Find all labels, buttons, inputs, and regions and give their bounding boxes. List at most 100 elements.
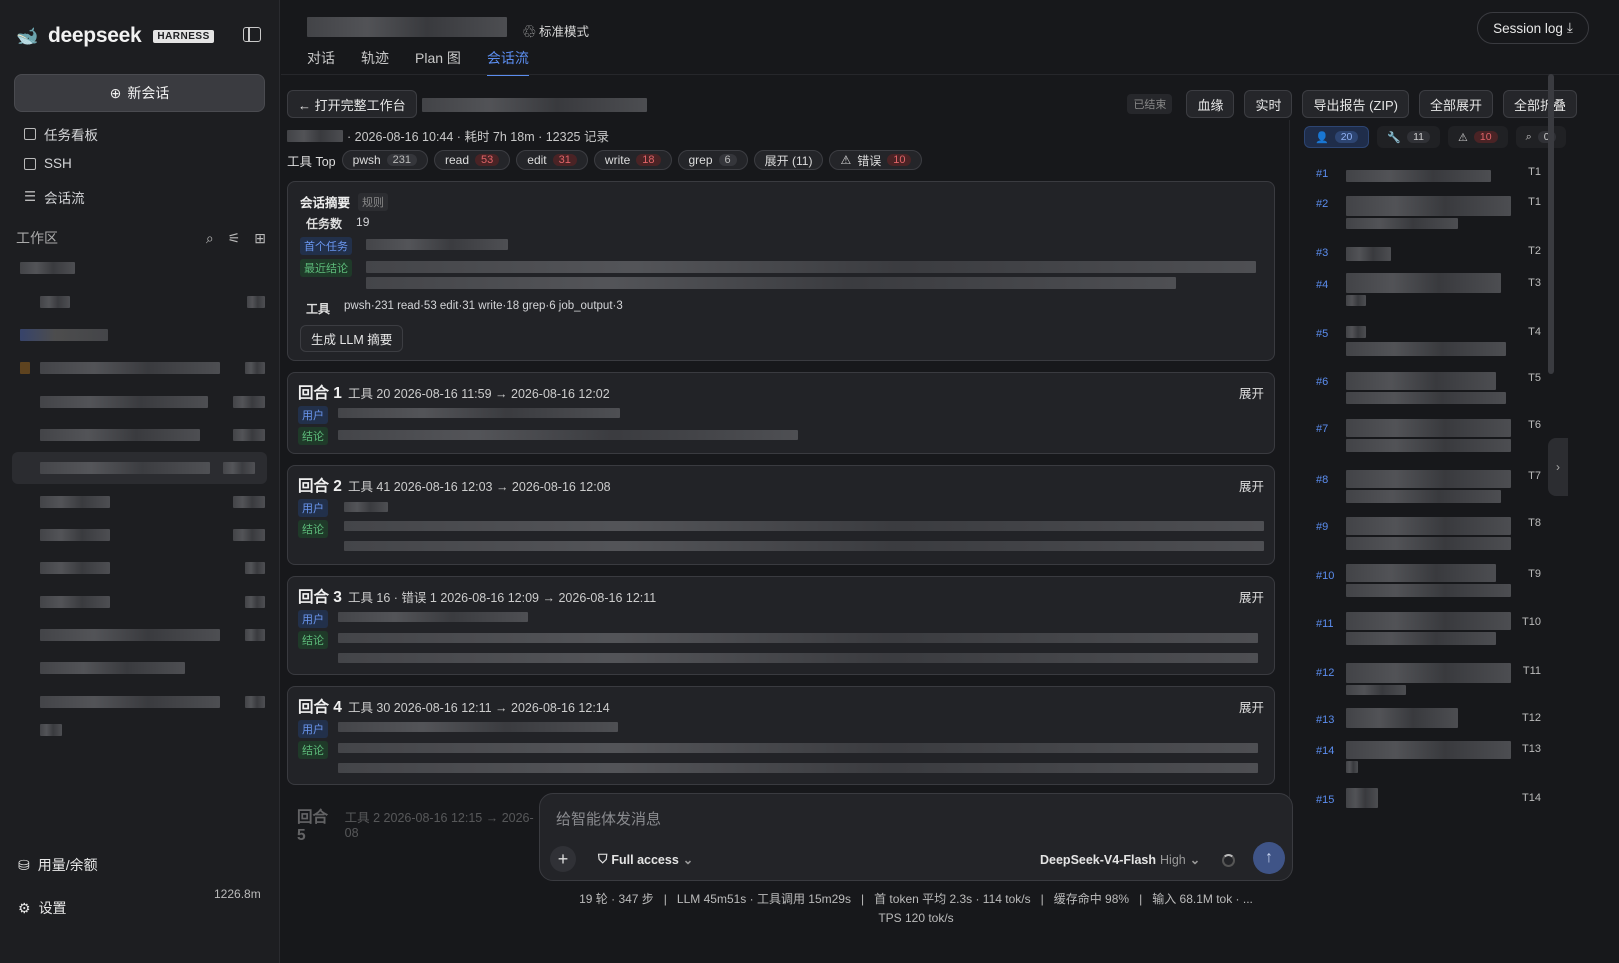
collapse-all-button[interactable]: 全部折叠 <box>1502 90 1577 118</box>
conclusion-text <box>338 633 1258 643</box>
filter-icon[interactable]: ⚟ <box>228 230 241 247</box>
workspace-item[interactable] <box>20 596 265 608</box>
index-row[interactable]: #2 T1 <box>1306 196 1541 236</box>
index-row[interactable]: #10 T9 <box>1306 564 1541 600</box>
round-expand-button[interactable]: 展开 <box>1239 476 1264 495</box>
new-folder-icon[interactable]: ⊞ <box>254 230 266 247</box>
tab-plan[interactable]: Plan 图 <box>415 48 461 76</box>
workspace-item-selected[interactable] <box>12 452 267 484</box>
workspace-item[interactable] <box>20 362 265 374</box>
settings-label: 设置 <box>38 900 67 916</box>
index-row[interactable]: #12 T11 <box>1306 661 1541 697</box>
index-row[interactable]: #7 T6 <box>1306 419 1541 457</box>
send-button[interactable]: ↑ <box>1253 842 1285 874</box>
error-chip[interactable]: ⚠ 错误 10 <box>829 150 923 170</box>
index-row[interactable]: #9 T8 <box>1306 517 1541 553</box>
access-selector[interactable]: ⛉ Full access ⌄ <box>598 852 693 867</box>
tab-trajectory[interactable]: 轨迹 <box>361 48 389 76</box>
index-row[interactable]: #6 T5 <box>1306 372 1541 408</box>
tool-chip-write[interactable]: write 18 <box>593 150 672 170</box>
generate-llm-summary-button[interactable]: 生成 LLM 摘要 <box>300 325 404 352</box>
tps-line: TPS 120 tok/s <box>878 911 954 925</box>
round-title: 回合 1 <box>298 385 342 402</box>
round-card[interactable]: 回合 4 工具 30 2026-08-16 12:11 → 2026-08-16 … <box>287 686 1275 785</box>
chip-name: 错误 <box>857 153 882 168</box>
add-attachment-button[interactable]: + <box>550 846 576 872</box>
message-input[interactable]: 给智能体发消息 <box>556 808 661 829</box>
expand-all-button[interactable]: 全部展开 <box>1418 90 1493 118</box>
tool-chip-pwsh[interactable]: pwsh 231 <box>341 150 429 170</box>
scrollbar[interactable] <box>1548 74 1554 374</box>
index-row[interactable]: #11 T10 <box>1306 612 1541 650</box>
round-expand-button[interactable]: 展开 <box>1239 587 1264 606</box>
index-row[interactable]: #1 T1 <box>1306 166 1541 188</box>
mode-indicator[interactable]: ♲ 标准模式 <box>523 21 589 40</box>
round-expand-button[interactable]: 展开 <box>1239 383 1264 402</box>
round-meta: 工具 2 2026-08-16 12:15 → 2026-08 <box>344 811 534 840</box>
round-expand-button[interactable]: 展开 <box>1239 697 1264 716</box>
workspace-item[interactable] <box>20 429 265 441</box>
realtime-button[interactable]: 实时 <box>1244 90 1293 118</box>
workspace-item[interactable] <box>20 396 265 408</box>
round-card[interactable]: 回合 2 工具 41 2026-08-16 12:03 → 2026-08-16 … <box>287 465 1275 565</box>
workspace-item[interactable] <box>20 724 265 736</box>
new-chat-button[interactable]: ⊕ 新会话 <box>14 74 265 112</box>
tab-session-flow[interactable]: 会话流 <box>486 48 529 76</box>
filter-warning-tab[interactable]: ⚠ 10 <box>1448 126 1508 148</box>
first-task-tag: 首个任务 <box>300 237 352 255</box>
index-row[interactable]: #13 T12 <box>1306 708 1541 730</box>
sidebar-toggle-icon[interactable] <box>243 27 261 42</box>
workspace-item[interactable] <box>20 296 265 308</box>
index-number: #6 <box>1316 376 1329 388</box>
round-meta: 工具 20 2026-08-16 11:59 → 2026-08-16 12:0… <box>347 387 610 401</box>
index-filter-tabs: 👤 20 🔧 11 ⚠ 10 ⌕ 0 <box>1304 126 1566 148</box>
nav-item-session-flow[interactable]: ☰ 会话流 <box>24 187 85 207</box>
terminal-icon <box>24 157 36 170</box>
conclusion-tag: 结论 <box>298 427 328 445</box>
round-header: 回合 4 工具 30 2026-08-16 12:11 → 2026-08-16 … <box>298 695 610 717</box>
workspace-item[interactable] <box>20 696 265 708</box>
workspace-header: 工作区 ⌕ ⚟ ⊞ <box>16 228 266 248</box>
workspace-item[interactable] <box>20 496 265 508</box>
index-row[interactable]: #4 T3 <box>1306 273 1541 308</box>
access-label: Full access <box>611 852 679 867</box>
open-workspace-button[interactable]: ← 打开完整工作台 <box>287 90 417 118</box>
round-card-partial[interactable]: 回合 5 工具 2 2026-08-16 12:15 → 2026-08 <box>287 797 537 844</box>
settings-button[interactable]: ⚙ 设置 <box>18 898 67 918</box>
nav-item-task-board[interactable]: 任务看板 <box>24 124 98 144</box>
round-card[interactable]: 回合 3 工具 16 · 错误 1 2026-08-16 12:09 → 2026… <box>287 576 1275 675</box>
model-selector[interactable]: DeepSeek-V4-Flash High ⌄ <box>1040 852 1200 868</box>
export-zip-button[interactable]: 导出报告 (ZIP) <box>1302 90 1409 118</box>
tool-chip-grep[interactable]: grep 6 <box>677 150 748 170</box>
workspace-item[interactable] <box>20 629 265 641</box>
filter-user-tab[interactable]: 👤 20 <box>1304 126 1370 148</box>
index-tag: T9 <box>1528 568 1541 580</box>
session-log-button[interactable]: Session log ⤓ <box>1477 12 1589 44</box>
usage-button[interactable]: ⛁ 用量/余额 <box>18 855 98 875</box>
filter-tool-tab[interactable]: 🔧 11 <box>1377 126 1440 148</box>
index-number: #4 <box>1316 279 1329 291</box>
tool-chip-read[interactable]: read 53 <box>434 150 511 170</box>
workspace-item[interactable] <box>20 529 265 541</box>
index-row[interactable]: #3 T2 <box>1306 245 1541 265</box>
panel-collapse-handle[interactable]: › <box>1548 438 1568 496</box>
index-row[interactable]: #8 T7 <box>1306 470 1541 506</box>
index-row[interactable]: #14 T13 <box>1306 741 1541 773</box>
filter-search-tab[interactable]: ⌕ 0 <box>1515 126 1566 148</box>
database-icon: ⛁ <box>18 856 30 873</box>
round-card[interactable]: 回合 1 工具 20 2026-08-16 11:59 → 2026-08-16 … <box>287 372 1275 454</box>
search-icon[interactable]: ⌕ <box>206 230 214 247</box>
tab-chat[interactable]: 对话 <box>307 48 335 76</box>
tool-chip-edit[interactable]: edit 31 <box>516 150 588 170</box>
index-row[interactable]: #5 T4 <box>1306 326 1541 362</box>
workspace-item[interactable] <box>20 662 265 674</box>
index-tag: T5 <box>1528 372 1541 384</box>
lineage-button[interactable]: 血缘 <box>1186 90 1235 118</box>
workspace-item[interactable] <box>20 262 265 274</box>
nav-item-ssh[interactable]: SSH <box>24 156 72 171</box>
index-row[interactable]: #15 T14 <box>1306 788 1541 810</box>
index-tag: T12 <box>1522 712 1541 724</box>
tool-expand-chip[interactable]: 展开 (11) <box>753 150 824 170</box>
workspace-item[interactable] <box>20 329 265 341</box>
workspace-item[interactable] <box>20 562 265 574</box>
